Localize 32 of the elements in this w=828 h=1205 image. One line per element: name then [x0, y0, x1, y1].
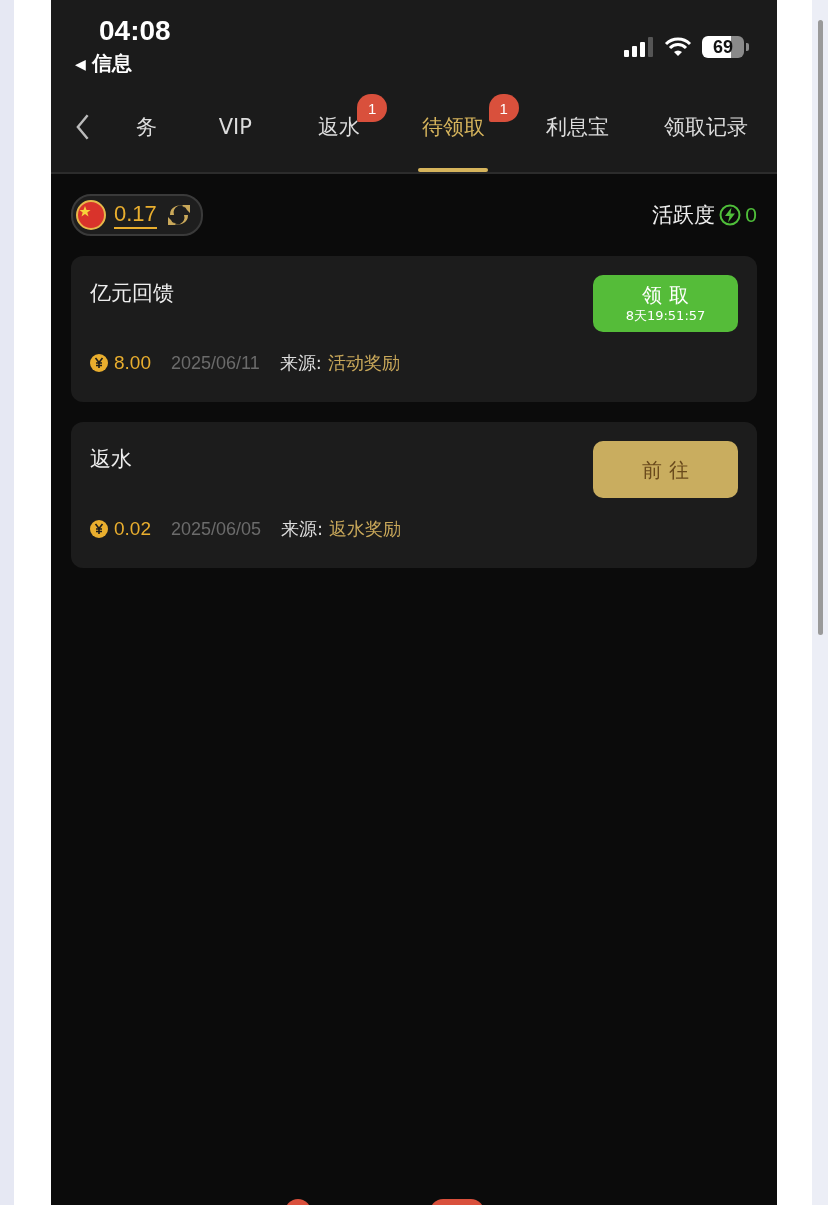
signal-icon [624, 37, 654, 57]
tab[interactable]: 务 [112, 82, 181, 172]
reward-title: 返水 [90, 446, 132, 473]
reward-date: 2025/06/05 [171, 518, 262, 540]
back-link[interactable]: 信息 [91, 50, 132, 77]
activity-value: 0 [745, 203, 757, 227]
reward-amount: 8.00 [114, 352, 151, 374]
back-arrow[interactable]: ◀ [75, 55, 86, 72]
yuan-coin-icon [90, 520, 108, 538]
source-value: 返水奖励 [329, 517, 402, 541]
tab[interactable]: 领取记录 [635, 82, 777, 172]
lightning-icon [719, 204, 742, 226]
go-button[interactable]: 前 往 [593, 441, 738, 498]
battery-level: 69 [702, 36, 744, 58]
tab[interactable]: 返水 1 [289, 82, 388, 172]
count-badge: 1 [357, 94, 388, 122]
tab[interactable]: 待领取 1 [387, 82, 519, 172]
balance-amount: 0.17 [114, 201, 157, 229]
wifi-icon [664, 37, 692, 57]
reward-date: 2025/06/11 [171, 352, 260, 374]
reward-title: 亿元回馈 [90, 280, 174, 307]
reward-amount: 0.02 [114, 518, 151, 540]
tab[interactable]: 利息宝 [518, 82, 636, 172]
source-value: 活动奖励 [327, 351, 400, 375]
flag-icon [76, 200, 106, 230]
source-label: 来源: [279, 351, 322, 375]
source-label: 来源: [281, 517, 324, 541]
status-time: 04:08 [99, 14, 171, 48]
yuan-coin-icon [90, 354, 108, 372]
count-badge: 1 [488, 94, 519, 122]
activity-label: 活跃度 [652, 202, 716, 229]
tab[interactable]: VIP [180, 82, 290, 172]
